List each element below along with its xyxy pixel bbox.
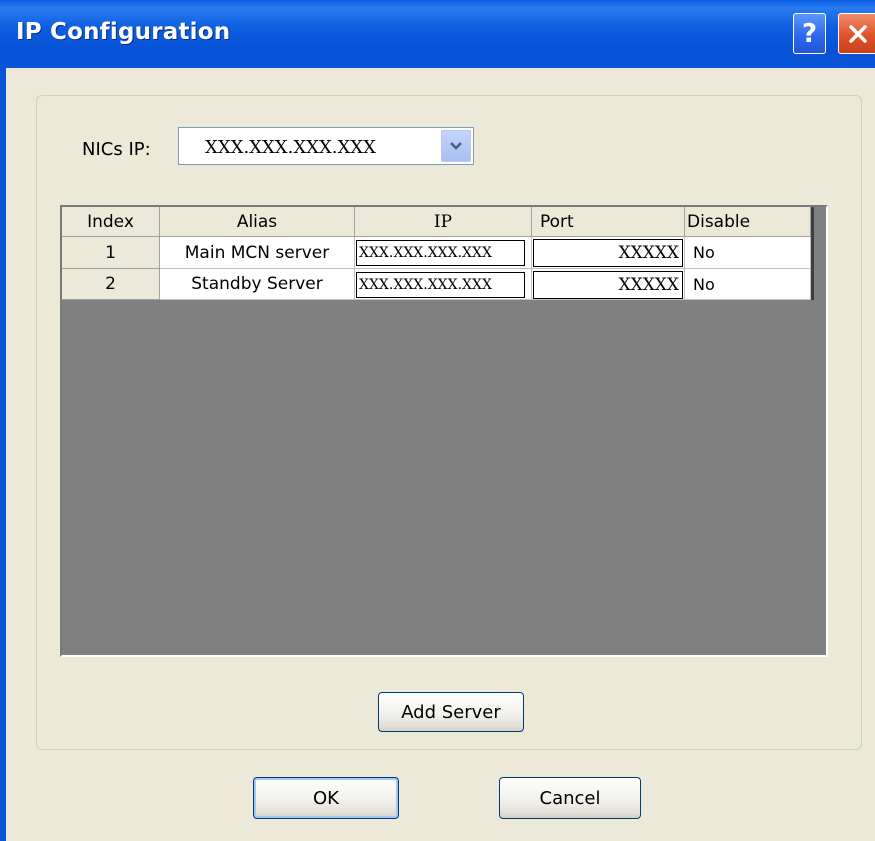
row-1-ip-cell: XXX.XXX.XXX.XXX [355,237,532,269]
column-header-ip[interactable]: IP [355,207,532,237]
window-frame-left [0,68,6,841]
row-1-port-cell: XXXXX [532,237,685,269]
grid-column-edge [811,207,814,300]
row-2-ip-field[interactable]: XXX.XXX.XXX.XXX [356,272,525,298]
nics-ip-label: NICs IP: [82,139,151,160]
ok-button[interactable]: OK [253,777,399,819]
server-grid[interactable]: Index Alias IP Port Disable 1 Main MCN s… [60,205,828,657]
column-header-port[interactable]: Port [532,207,685,237]
row-2-alias[interactable]: Standby Server [160,269,355,300]
window-title: IP Configuration [16,19,231,45]
row-2-index[interactable]: 2 [62,269,160,300]
row-1-disable[interactable]: No [685,237,811,269]
row-2-ip-cell: XXX.XXX.XXX.XXX [355,269,532,300]
column-header-disable[interactable]: Disable [685,207,811,237]
row-1-alias[interactable]: Main MCN server [160,237,355,269]
row-2-disable[interactable]: No [685,269,811,300]
nics-ip-dropdown[interactable]: XXX.XXX.XXX.XXX [178,127,474,165]
chevron-down-icon [450,142,462,150]
row-1-ip-field[interactable]: XXX.XXX.XXX.XXX [356,240,525,266]
add-server-button[interactable]: Add Server [378,692,524,732]
close-button[interactable] [838,13,875,54]
row-2-port-field[interactable]: XXXXX [533,271,683,299]
column-header-index[interactable]: Index [62,207,160,237]
row-2-port-cell: XXXXX [532,269,685,300]
cancel-button[interactable]: Cancel [499,777,641,819]
dropdown-button[interactable] [441,130,471,162]
nics-ip-value: XXX.XXX.XXX.XXX [205,137,376,158]
help-button[interactable]: ? [793,13,826,54]
title-bar[interactable]: IP Configuration ? [0,0,875,68]
close-icon [848,24,867,43]
help-icon: ? [801,18,818,49]
row-1-port-field[interactable]: XXXXX [533,239,683,267]
column-header-alias[interactable]: Alias [160,207,355,237]
row-1-index[interactable]: 1 [62,237,160,269]
